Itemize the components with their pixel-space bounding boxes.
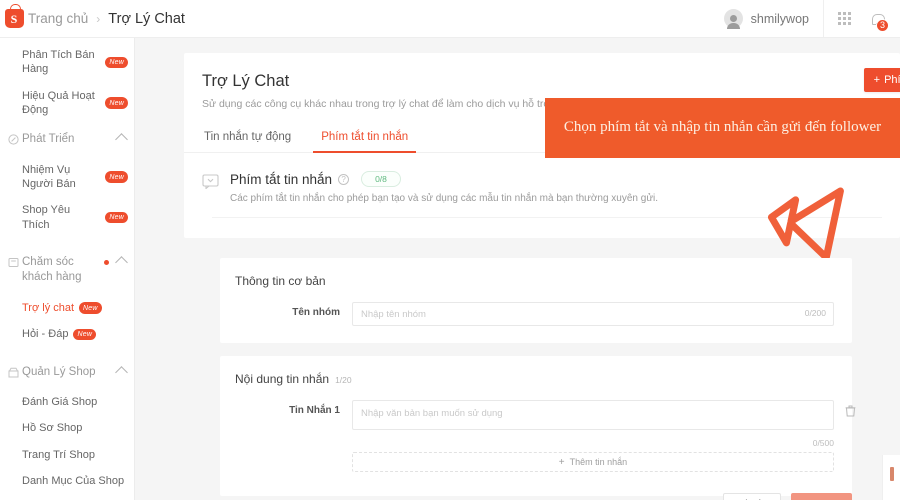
message-1-counter: 0/500 xyxy=(812,438,834,448)
new-badge: New xyxy=(105,211,128,224)
chevron-up-icon[interactable] xyxy=(115,256,128,269)
sidebar[interactable]: Phân Tích Bán Hàng New Hiệu Quả Hoạt Động N… xyxy=(0,38,135,500)
plus-icon: + xyxy=(558,456,565,468)
rocket-icon xyxy=(6,134,20,145)
sidebar-group: Quản Lý Shop Đánh Giá Shop Hồ Sơ Shop Trang… xyxy=(0,356,134,500)
group-name-input-wrap: 0/200 xyxy=(352,302,834,326)
sidebar-item-label: Hỏi - Đáp xyxy=(22,328,69,341)
logo-letter: S xyxy=(10,11,18,26)
footer-actions: Thoát LƯU xyxy=(220,493,852,500)
breadcrumb-separator-icon: › xyxy=(96,11,101,26)
right-edge-panel[interactable] xyxy=(882,455,900,500)
sidebar-item-label: Nhiệm Vụ Người Bán xyxy=(22,163,76,190)
tab-auto-message[interactable]: Tin nhắn tự động xyxy=(202,125,293,152)
message-1-row: Tin Nhắn 1 0/500 xyxy=(220,386,856,448)
basic-info-title: Thông tin cơ bản xyxy=(235,274,326,288)
add-message-label: Thêm tin nhắn xyxy=(569,457,628,467)
group-name-label: Tên nhóm xyxy=(292,307,340,318)
add-message-button[interactable]: + Thêm tin nhắn xyxy=(352,452,834,472)
sidebar-item-label: Trợ lý chat xyxy=(22,301,75,314)
message-1-label: Tin Nhắn 1 xyxy=(289,405,340,416)
shopee-logo[interactable]: S xyxy=(0,4,28,28)
shortcut-section-title: Phím tắt tin nhắn xyxy=(230,171,333,187)
sidebar-group-label: Phát Triển xyxy=(22,133,75,146)
chat-bubble-icon xyxy=(202,174,220,194)
new-badge: New xyxy=(73,328,97,341)
sidebar-group-header[interactable]: Chăm sóc khách hàng xyxy=(0,246,134,295)
tab-message-shortcut[interactable]: Phím tắt tin nhắn xyxy=(313,125,417,153)
notifications-button[interactable]: 3 xyxy=(865,13,900,32)
basic-info-card: Thông tin cơ bản Tên nhóm 0/200 xyxy=(220,258,852,343)
notification-badge: 3 xyxy=(875,18,889,32)
headset-icon xyxy=(6,257,20,268)
new-badge: New xyxy=(79,302,102,314)
sidebar-item-label: Shop Yêu Thích xyxy=(22,204,71,231)
sidebar-item[interactable]: Đánh Giá Shop xyxy=(0,389,134,415)
sidebar-item[interactable]: Danh Mục Của Shop xyxy=(0,468,134,494)
breadcrumb-home[interactable]: Trang chủ xyxy=(28,11,88,26)
page-title: Trợ Lý Chat xyxy=(202,72,290,90)
message-content-title-text: Nội dung tin nhắn xyxy=(235,372,330,386)
group-name-input[interactable] xyxy=(352,302,834,326)
sidebar-item[interactable]: Trang Trí Shop xyxy=(0,442,134,468)
group-name-counter: 0/200 xyxy=(804,308,826,318)
message-1-input-wrap: 0/500 xyxy=(352,400,856,448)
message-content-title: Nội dung tin nhắn 1/20 xyxy=(220,356,852,386)
user-menu[interactable]: shmilywop xyxy=(710,0,824,37)
top-bar: S Trang chủ › Trợ Lý Chat shmilywop 3 xyxy=(0,0,900,38)
add-shortcut-button[interactable]: +Phím tắ xyxy=(863,68,900,92)
group-name-row: Tên nhóm 0/200 xyxy=(220,288,852,326)
chevron-up-icon[interactable] xyxy=(115,365,128,379)
shop-icon xyxy=(6,367,20,378)
sidebar-item-label: Trang Trí Shop xyxy=(22,448,95,461)
sidebar-group-label: Quản Lý Shop xyxy=(22,365,96,378)
message-content-count: 1/20 xyxy=(335,375,352,385)
sidebar-loose-items: Phân Tích Bán Hàng New Hiệu Quả Hoạt Động N… xyxy=(0,42,134,123)
sidebar-item[interactable]: Hỏi - Đáp New xyxy=(0,321,134,347)
plus-icon: + xyxy=(873,74,881,86)
right-edge-handle[interactable] xyxy=(890,467,894,481)
sidebar-item[interactable]: Hồ Sơ Shop xyxy=(0,415,134,441)
question-mark-icon[interactable]: ? xyxy=(338,173,350,185)
new-badge: New xyxy=(105,56,128,69)
sidebar-item-label: Hồ Sơ Shop xyxy=(22,422,83,435)
sidebar-item[interactable]: Báo Cáo Của Tôi xyxy=(0,494,134,500)
save-button[interactable]: LƯU xyxy=(790,493,852,500)
user-name: shmilywop xyxy=(750,11,809,26)
sidebar-group-header[interactable]: Phát Triển xyxy=(0,123,134,157)
arrow-down-left-annotation xyxy=(762,178,846,263)
breadcrumb-current: Trợ Lý Chat xyxy=(108,10,185,27)
sidebar-item[interactable]: Trợ lý chat New xyxy=(0,295,134,321)
exit-button[interactable]: Thoát xyxy=(723,493,781,500)
sidebar-item[interactable]: Phân Tích Bán Hàng New xyxy=(0,42,134,83)
trash-icon[interactable] xyxy=(845,404,856,417)
app-root: S Trang chủ › Trợ Lý Chat shmilywop 3 Ph… xyxy=(0,0,900,500)
sidebar-group-header[interactable]: Quản Lý Shop xyxy=(0,356,134,390)
user-avatar-icon xyxy=(723,9,743,29)
sidebar-group: Chăm sóc khách hàng Trợ lý chat New Hỏi - Đ… xyxy=(0,246,134,356)
message-1-textarea[interactable] xyxy=(352,400,834,430)
new-badge: New xyxy=(105,97,128,109)
new-badge: New xyxy=(105,171,128,183)
apps-grid-icon[interactable] xyxy=(824,12,865,25)
annotation-banner: Chọn phím tắt và nhập tin nhắn cần gửi đ… xyxy=(545,98,900,158)
sidebar-group-dot xyxy=(104,259,109,265)
message-content-card: Nội dung tin nhắn 1/20 Tin Nhắn 1 0/500 xyxy=(220,356,856,496)
top-bar-right: shmilywop 3 xyxy=(710,0,900,37)
sidebar-item[interactable]: Shop Yêu Thích New xyxy=(0,197,134,238)
sidebar-item-label: Hiệu Quả Hoạt Động xyxy=(22,89,95,116)
sidebar-item-label: Đánh Giá Shop xyxy=(22,396,98,409)
chevron-up-icon[interactable] xyxy=(115,133,128,147)
sidebar-groups: Phát Triển Nhiệm Vụ Người Bán New Shop Yêu … xyxy=(0,123,134,500)
add-shortcut-label: Phím tắ xyxy=(884,74,900,86)
sidebar-item[interactable]: Nhiệm Vụ Người Bán New xyxy=(0,157,134,198)
shortcut-count-badge: 0/8 xyxy=(361,171,401,187)
sidebar-item-label: Phân Tích Bán Hàng xyxy=(22,49,95,76)
sidebar-item[interactable]: Hiệu Quả Hoạt Động New xyxy=(0,83,134,124)
sidebar-group: Phát Triển Nhiệm Vụ Người Bán New Shop Yêu … xyxy=(0,123,134,246)
sidebar-group-label: Chăm sóc khách hàng xyxy=(22,255,82,284)
sidebar-item-label: Danh Mục Của Shop xyxy=(22,474,125,487)
